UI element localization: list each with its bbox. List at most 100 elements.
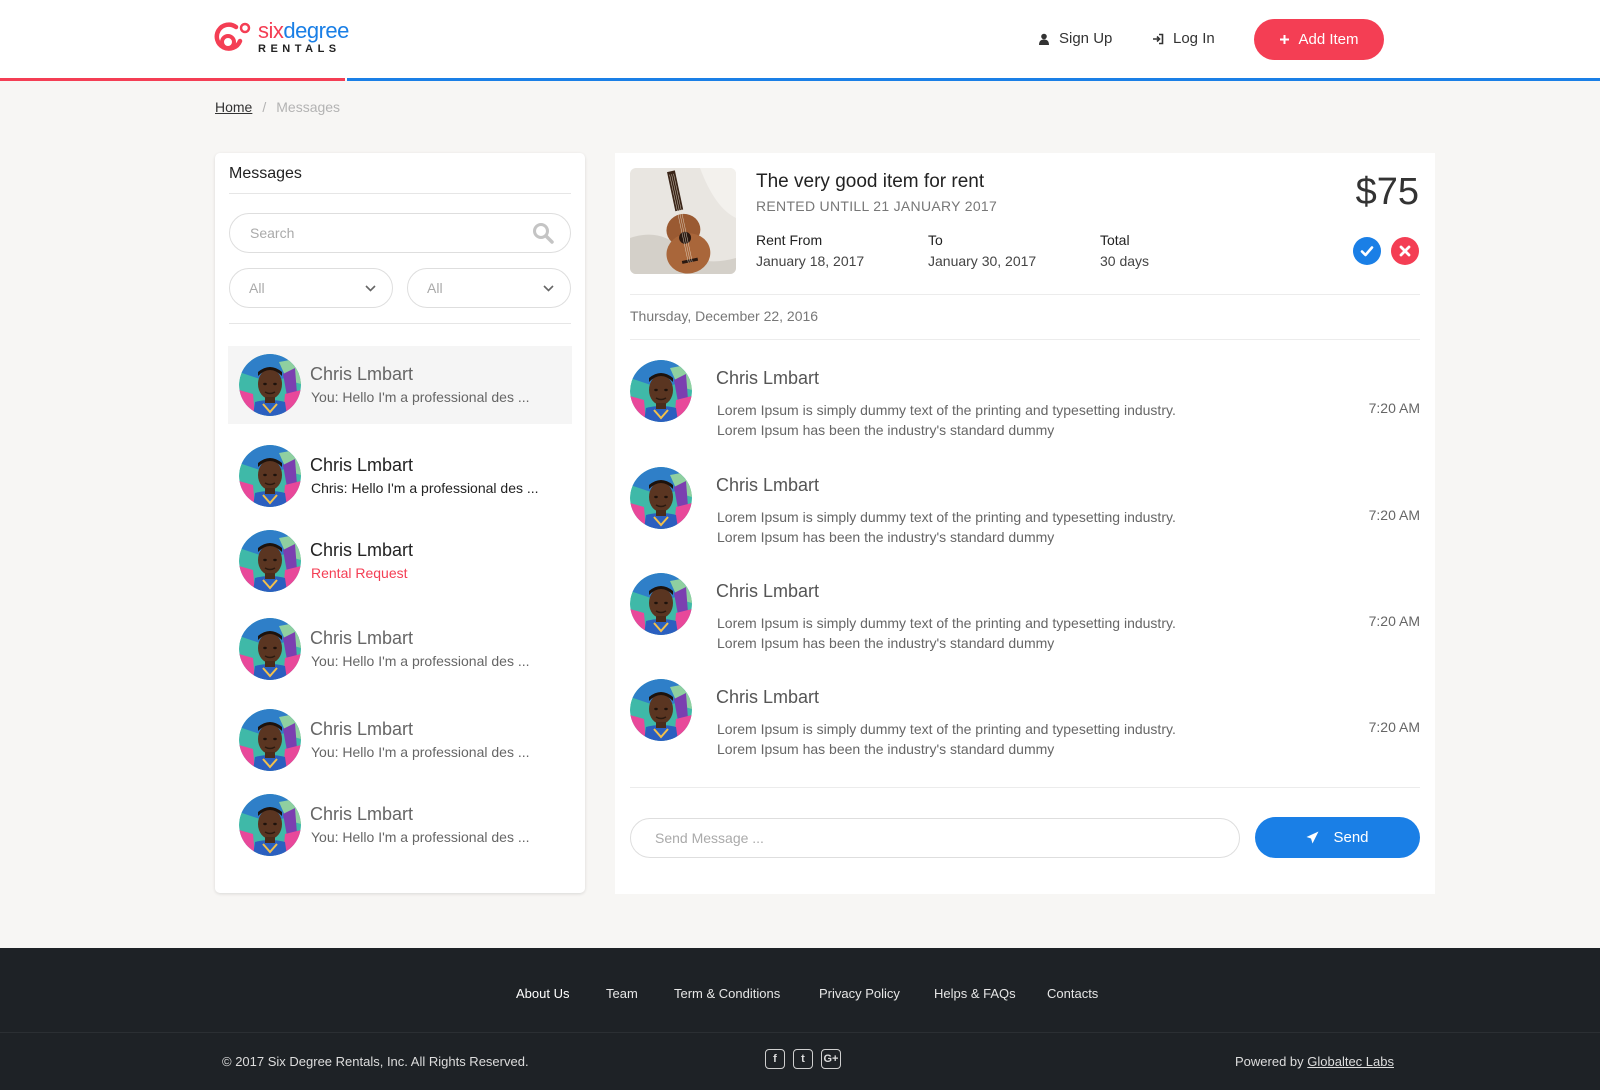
close-icon (1399, 245, 1411, 257)
thread-date: Thursday, December 22, 2016 (630, 308, 819, 324)
user-icon (1039, 33, 1049, 45)
google-plus-icon[interactable]: G+ (821, 1049, 841, 1069)
rent-total-value: 30 days (1100, 253, 1150, 269)
conversation-item[interactable]: Chris Lmbart You: Hello I'm a profession… (228, 701, 572, 779)
powered-by-label: Powered by (1234, 1054, 1304, 1069)
avatar (630, 467, 692, 529)
footer-link-privacy[interactable]: Privacy Policy (819, 986, 900, 1001)
chevron-down-icon (543, 284, 554, 292)
add-item-button[interactable]: Add Item (1254, 19, 1384, 60)
twitter-icon[interactable]: t (793, 1049, 813, 1069)
send-message-placeholder: Send Message ... (655, 830, 764, 846)
filter-select-2[interactable]: All (407, 268, 571, 308)
send-label: Send (1333, 829, 1369, 846)
message-item: Chris Lmbart Lorem Ipsum is simply dummy… (630, 573, 1420, 663)
copyright: © 2017 Six Degree Rentals, Inc. All Righ… (222, 1054, 529, 1069)
chevron-down-icon (365, 284, 376, 292)
divider (630, 787, 1420, 788)
avatar (630, 360, 692, 422)
facebook-icon[interactable]: f (765, 1049, 785, 1069)
message-time: 7:20 AM (1368, 613, 1420, 629)
logo-wordmark: sixdegree RENTALS (258, 20, 349, 55)
message-item: Chris Lmbart Lorem Ipsum is simply dummy… (630, 679, 1420, 769)
message-text: Lorem Ipsum is simply dummy text of the … (717, 615, 1176, 651)
conversation-item[interactable]: Chris Lmbart Rental Request (228, 522, 572, 600)
rent-total-field: Total 30 days (1100, 232, 1149, 269)
rent-to-label: To (928, 232, 943, 248)
plus-icon (1280, 35, 1290, 44)
add-item-label: Add Item (1298, 31, 1359, 48)
message-text: Lorem Ipsum is simply dummy text of the … (717, 509, 1176, 545)
header-divider-blue (347, 78, 1600, 81)
conversation-preview: You: Hello I'm a professional des ... (311, 389, 530, 405)
logo-degree: degree (283, 18, 349, 43)
rent-to-value: January 30, 2017 (928, 253, 1037, 269)
divider (0, 1032, 1600, 1033)
log-in-label: Log In (1173, 30, 1215, 47)
item-rental-status: RENTED UNTILL 21 JANUARY 2017 (756, 198, 998, 214)
decline-request-button[interactable] (1391, 237, 1419, 265)
breadcrumb-home[interactable]: Home (215, 99, 252, 115)
breadcrumb-current: Messages (276, 99, 341, 115)
item-price: $75 (1355, 171, 1419, 213)
message-item: Chris Lmbart Lorem Ipsum is simply dummy… (630, 467, 1420, 557)
footer-link-contacts[interactable]: Contacts (1047, 986, 1098, 1001)
send-button[interactable]: Send (1255, 817, 1420, 858)
sign-up-link[interactable]: Sign Up (1038, 30, 1112, 47)
powered-by: Powered by Globaltec Labs (1235, 1054, 1394, 1069)
conversation-name: Chris Lmbart (310, 455, 414, 475)
rent-from-label: Rent From (756, 232, 823, 248)
message-time: 7:20 AM (1368, 400, 1420, 416)
message-time: 7:20 AM (1368, 507, 1420, 523)
footer-link-team[interactable]: Team (606, 986, 638, 1001)
message-text: Lorem Ipsum is simply dummy text of the … (717, 721, 1176, 757)
conversation-detail-panel: The very good item for rent RENTED UNTIL… (615, 153, 1435, 894)
conversation-preview: You: Hello I'm a professional des ... (311, 744, 530, 760)
send-message-input[interactable]: Send Message ... (630, 818, 1240, 858)
breadcrumb: Home / Messages (215, 99, 340, 115)
sign-up-label: Sign Up (1059, 30, 1113, 47)
avatar (630, 573, 692, 635)
item-image[interactable] (630, 168, 736, 274)
conversation-preview: You: Hello I'm a professional des ... (311, 653, 530, 669)
avatar (239, 354, 301, 416)
powered-by-link[interactable]: Globaltec Labs (1307, 1054, 1394, 1069)
accept-request-button[interactable] (1353, 237, 1381, 265)
conversation-name: Chris Lmbart (310, 628, 414, 648)
avatar (239, 794, 301, 856)
conversation-name: Chris Lmbart (310, 364, 414, 384)
sign-in-icon (1153, 33, 1164, 44)
search-icon[interactable] (532, 222, 554, 244)
footer-link-terms[interactable]: Term & Conditions (674, 986, 780, 1001)
avatar (239, 445, 301, 507)
item-title: The very good item for rent (756, 171, 985, 192)
logo[interactable]: sixdegree RENTALS (214, 20, 349, 55)
message-sender: Chris Lmbart (716, 368, 820, 388)
avatar (239, 530, 301, 592)
conversation-name: Chris Lmbart (310, 804, 414, 824)
message-sender: Chris Lmbart (716, 475, 820, 495)
conversation-item[interactable]: Chris Lmbart You: Hello I'm a profession… (228, 786, 572, 864)
filter-select-2-value: All (427, 280, 443, 296)
avatar (239, 709, 301, 771)
message-item: Chris Lmbart Lorem Ipsum is simply dummy… (630, 360, 1420, 450)
conversation-item[interactable]: Chris Lmbart Chris: Hello I'm a professi… (228, 437, 572, 515)
message-text: Lorem Ipsum is simply dummy text of the … (717, 402, 1176, 438)
logo-rentals: RENTALS (258, 43, 341, 55)
search-input[interactable]: Search (229, 213, 571, 253)
paper-plane-icon (1306, 831, 1319, 844)
avatar (239, 618, 301, 680)
conversations-panel: Messages Search All All Chris Lmbart You… (215, 153, 585, 893)
conversation-item[interactable]: Chris Lmbart You: Hello I'm a profession… (228, 610, 572, 688)
log-in-link[interactable]: Log In (1152, 30, 1215, 47)
conversation-item[interactable]: Chris Lmbart You: Hello I'm a profession… (228, 346, 572, 424)
rent-total-label: Total (1100, 232, 1130, 248)
check-icon (1360, 246, 1374, 257)
footer: About Us Team Term & Conditions Privacy … (0, 948, 1600, 1090)
message-time: 7:20 AM (1368, 719, 1420, 735)
filter-select-1[interactable]: All (229, 268, 393, 308)
footer-link-about[interactable]: About Us (516, 986, 569, 1001)
footer-link-help[interactable]: Helps & FAQs (934, 986, 1016, 1001)
conversation-name: Chris Lmbart (310, 540, 414, 560)
message-sender: Chris Lmbart (716, 581, 820, 601)
